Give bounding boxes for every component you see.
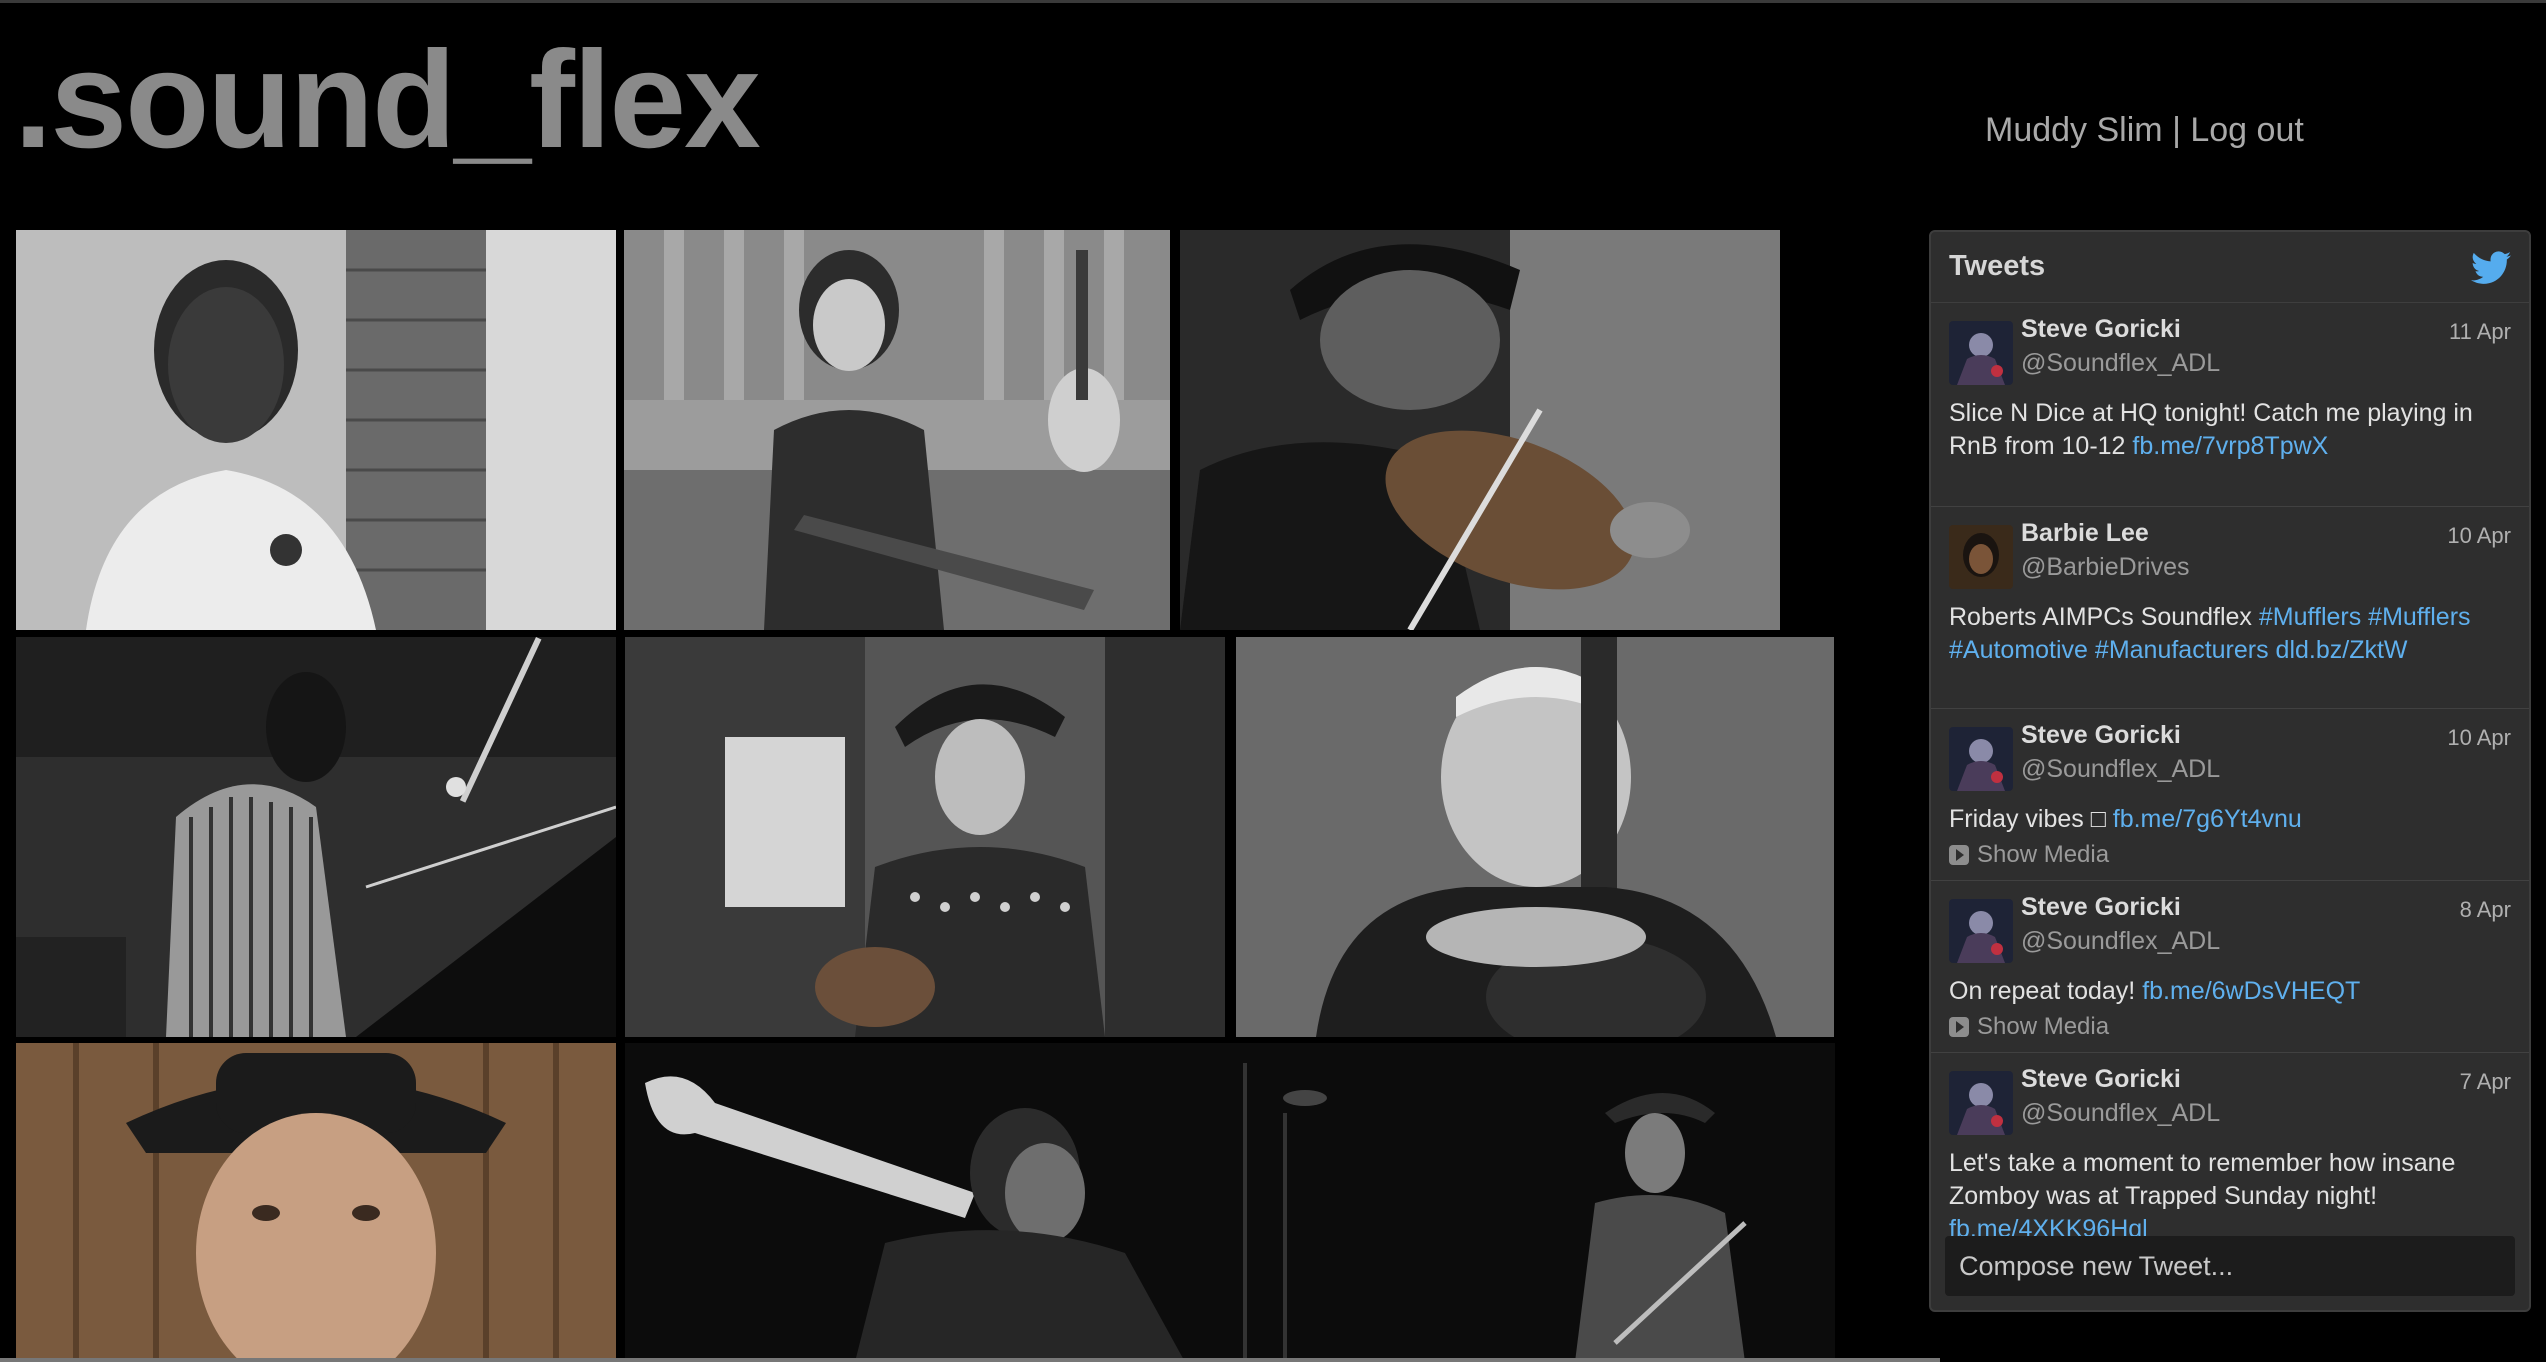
tweet-date[interactable]: 10 Apr [2447,725,2511,751]
user-name-link[interactable]: Muddy Slim [1985,111,2163,149]
tweet-author-handle[interactable]: @Soundflex_ADL [2021,755,2220,784]
gallery-photo[interactable] [16,1043,616,1362]
tweet-item[interactable]: Barbie Lee @BarbieDrives 10 Apr Roberts … [1931,507,2529,709]
tweet-author-name[interactable]: Steve Goricki [2021,315,2181,344]
tweet-author-handle[interactable]: @Soundflex_ADL [2021,349,2220,378]
tweets-title: Tweets [1949,250,2046,282]
tweet-text: Roberts AIMPCs Soundflex #Mufflers #Muff… [1949,601,2499,667]
tweets-header: Tweets [1931,232,2529,303]
tweet-text: On repeat today! fb.me/6wDsVHEQT [1949,975,2499,1008]
tweet-author-name[interactable]: Barbie Lee [2021,519,2149,548]
gallery-photo[interactable] [16,230,616,630]
avatar[interactable] [1949,321,2013,385]
twitter-bird-icon[interactable] [2471,250,2511,286]
tweet-item[interactable]: Steve Goricki @Soundflex_ADL 8 Apr On re… [1931,881,2529,1053]
tweet-date[interactable]: 8 Apr [2460,897,2511,923]
gallery-photo[interactable] [16,637,616,1037]
play-icon [1949,845,1969,865]
tweet-body: Roberts AIMPCs Soundflex [1949,603,2259,631]
tweet-date[interactable]: 11 Apr [2449,319,2511,345]
play-icon [1949,1017,1969,1037]
user-bar: Muddy Slim | Log out [1985,108,2304,152]
tweet-body: Let's take a moment to remember how insa… [1949,1149,2456,1210]
tweet-date[interactable]: 10 Apr [2447,523,2511,549]
tweet-author-name[interactable]: Steve Goricki [2021,1065,2181,1094]
tweet-author-handle[interactable]: @Soundflex_ADL [2021,1099,2220,1128]
avatar[interactable] [1949,727,2013,791]
avatar[interactable] [1949,1071,2013,1135]
tweet-author-name[interactable]: Steve Goricki [2021,893,2181,922]
gallery-photo[interactable] [625,1043,1835,1362]
tweet-author-name[interactable]: Steve Goricki [2021,721,2181,750]
tweet-author-handle[interactable]: @BarbieDrives [2021,553,2189,582]
logout-link[interactable]: Log out [2190,111,2303,149]
bottom-scrollbar[interactable] [0,1358,1940,1362]
gallery-photo[interactable] [624,230,1170,630]
user-bar-separator: | [2172,111,2181,149]
tweet-body: Friday vibes □ [1949,805,2113,833]
tweet-text: Friday vibes □ fb.me/7g6Yt4vnu [1949,803,2499,836]
tweet-item[interactable]: Steve Goricki @Soundflex_ADL 10 Apr Frid… [1931,709,2529,881]
tweet-body: On repeat today! [1949,977,2143,1005]
tweet-link[interactable]: fb.me/7g6Yt4vnu [2113,805,2302,833]
show-media-button[interactable]: Show Media [1949,1013,2109,1041]
show-media-button[interactable]: Show Media [1949,841,2109,869]
tweet-date[interactable]: 7 Apr [2460,1069,2511,1095]
tweet-text: Let's take a moment to remember how insa… [1949,1147,2499,1246]
show-media-label: Show Media [1977,1013,2110,1040]
tweet-author-handle[interactable]: @Soundflex_ADL [2021,927,2220,956]
site-logo[interactable]: .sound_flex [14,20,761,180]
gallery-photo[interactable] [1180,230,1780,630]
gallery-photo[interactable] [1236,637,1834,1037]
tweet-link[interactable]: fb.me/6wDsVHEQT [2142,977,2360,1005]
tweet-item[interactable]: Steve Goricki @Soundflex_ADL 7 Apr Let's… [1931,1053,2529,1253]
compose-tweet-input[interactable]: Compose new Tweet... [1945,1236,2515,1296]
tweet-text: Slice N Dice at HQ tonight! Catch me pla… [1949,397,2499,463]
tweets-panel: Tweets Steve Goricki @Soundflex_ADL 11 A… [1929,230,2531,1312]
tweet-item[interactable]: Steve Goricki @Soundflex_ADL 11 Apr Slic… [1931,303,2529,507]
gallery-photo[interactable] [625,637,1225,1037]
avatar[interactable] [1949,525,2013,589]
tweet-link[interactable]: fb.me/7vrp8TpwX [2132,432,2328,460]
show-media-label: Show Media [1977,841,2110,868]
top-border [0,0,2546,3]
avatar[interactable] [1949,899,2013,963]
